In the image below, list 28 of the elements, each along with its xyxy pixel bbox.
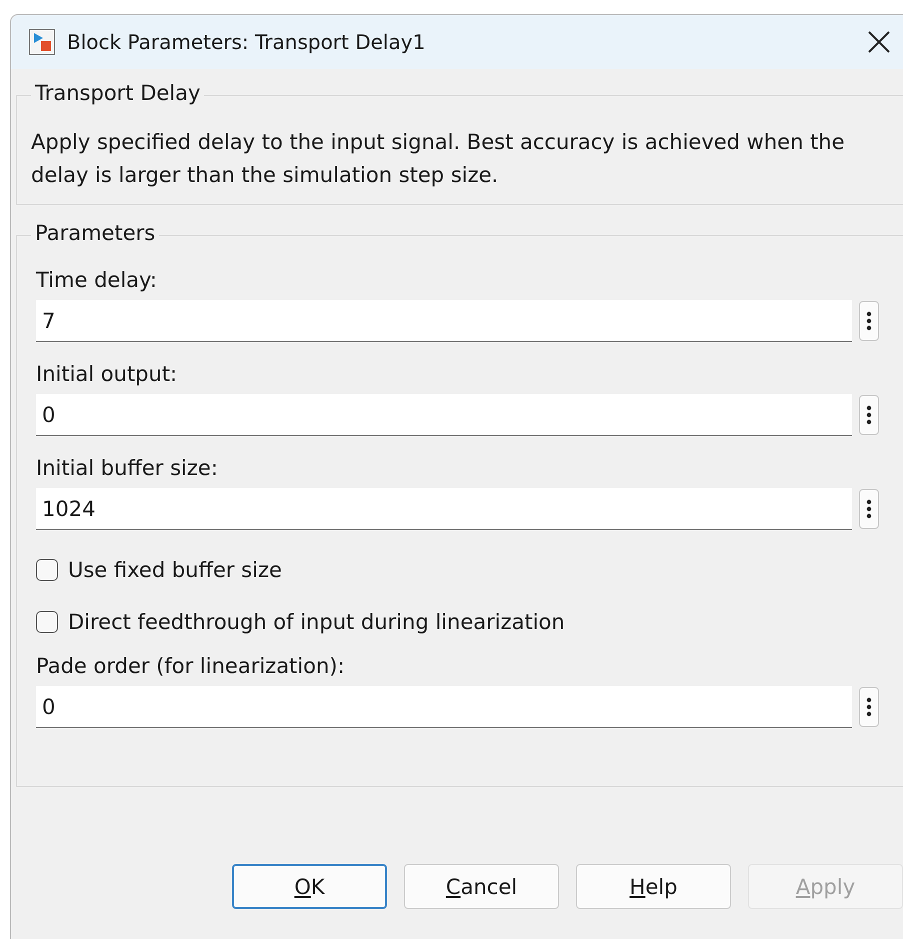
checkbox[interactable] — [36, 611, 58, 633]
checkbox[interactable] — [36, 559, 58, 581]
input-field[interactable]: 0 — [36, 394, 852, 436]
block-description: Apply specified delay to the input signal. Best accuracy is achieved when the delay is larger than the simulation step size. — [31, 129, 846, 189]
vertical-dots-icon — [866, 499, 872, 519]
more-options-button[interactable] — [859, 489, 879, 529]
checkbox-label[interactable]: Direct feedthrough of input during linearization — [68, 610, 565, 634]
dialog-button[interactable]: OK — [232, 864, 387, 909]
input-field[interactable]: 1024 — [36, 488, 852, 530]
group-title: Transport Delay — [31, 81, 204, 105]
field-label: Initial output: — [36, 362, 178, 386]
close-icon[interactable] — [868, 31, 890, 53]
input-field[interactable]: 7 — [36, 300, 852, 342]
vertical-dots-icon — [866, 697, 872, 717]
dialog-button[interactable]: Help — [576, 864, 731, 909]
window-title: Block Parameters: Transport Delay1 — [67, 30, 426, 54]
block-icon — [29, 29, 55, 55]
more-options-button[interactable] — [859, 395, 879, 435]
checkbox-label[interactable]: Use fixed buffer size — [68, 558, 282, 582]
dialog-button[interactable]: Cancel — [404, 864, 559, 909]
more-options-button[interactable] — [859, 687, 879, 727]
vertical-dots-icon — [866, 405, 872, 425]
field-label: Initial buffer size: — [36, 456, 219, 480]
vertical-dots-icon — [866, 311, 872, 331]
more-options-button[interactable] — [859, 301, 879, 341]
field-label: Time delay: — [36, 268, 158, 292]
input-field[interactable]: 0 — [36, 686, 852, 728]
field-label: Pade order (for linearization): — [36, 654, 346, 678]
